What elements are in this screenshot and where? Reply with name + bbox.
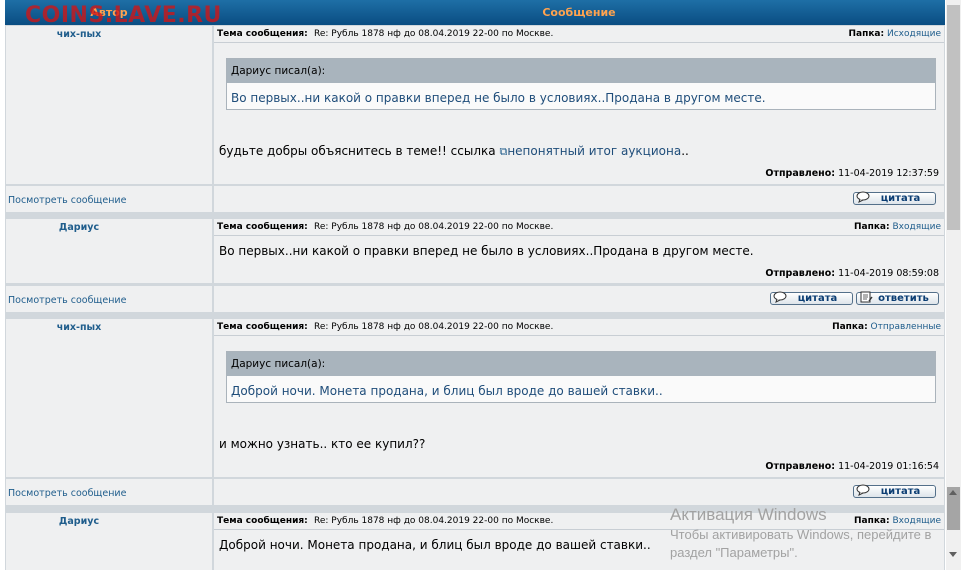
post-author[interactable]: Дариус: [6, 516, 152, 527]
quote-text: Доброй ночи. Монета продана, и блиц был …: [231, 384, 663, 398]
sent-label: Отправлено:: [765, 168, 836, 179]
subject-label: Тема сообщения:: [217, 516, 308, 526]
sent-info: Отправлено: 11-04-2019 01:16:54: [765, 461, 939, 472]
quote-author: Дариус писал(а):: [231, 358, 326, 370]
site-watermark: COINS.LAVE.RU: [25, 3, 222, 28]
post-body: Тема сообщения: Re: Рубль 1878 нф до 08.…: [214, 219, 944, 283]
view-message-cell: Посмотреть сообщение: [6, 479, 212, 505]
activation-line-2: раздел "Параметры".: [670, 545, 798, 560]
quote-button[interactable]: цитата: [770, 291, 853, 305]
message-body: Доброй ночи. Монета продана, и блиц был …: [219, 538, 651, 552]
quote-button[interactable]: цитата: [853, 191, 936, 205]
subject-bar: Тема сообщения: Re: Рубль 1878 нф до 08.…: [214, 219, 944, 236]
message-column-header: Сообщение: [542, 6, 616, 19]
post-actions: цитата: [214, 186, 944, 212]
view-message-link[interactable]: Посмотреть сообщение: [8, 195, 126, 206]
folder-label: Папка:: [832, 322, 868, 332]
sent-date: 11-04-2019 12:37:59: [838, 168, 939, 179]
folder-info: Папка: Входящие: [854, 222, 941, 232]
folder-link[interactable]: Исходящие: [887, 29, 941, 39]
folder-label: Папка:: [854, 222, 890, 232]
post-author[interactable]: Дариус: [6, 222, 152, 233]
post-actions: цитата ответить: [214, 286, 944, 312]
activation-title: Активация Windows: [670, 505, 827, 524]
post-author-cell: чих-пых: [6, 26, 212, 184]
post-2-footer: Посмотреть сообщение цитата ответить: [5, 286, 945, 312]
quote-author: Дариус писал(а):: [231, 65, 326, 77]
post-author-cell: Дариус: [6, 219, 212, 283]
post-1-footer: Посмотреть сообщение цитата: [5, 186, 945, 212]
windows-activation-watermark: Активация Windows Чтобы активировать Win…: [670, 505, 931, 561]
post-author[interactable]: чих-пых: [6, 322, 152, 333]
quote-button-label: цитата: [797, 293, 838, 304]
quote-header: Дариус писал(а):: [227, 352, 935, 376]
message-body: Во первых..ни какой о правки вперед не б…: [219, 244, 754, 258]
post-3: чих-пых Тема сообщения: Re: Рубль 1878 н…: [5, 319, 945, 477]
sent-info: Отправлено: 11-04-2019 08:59:08: [765, 268, 939, 279]
activation-line-1: Чтобы активировать Windows, перейдите в: [670, 527, 932, 542]
quote-body: Во первых..ни какой о правки вперед не б…: [227, 83, 935, 109]
post-2: Дариус Тема сообщения: Re: Рубль 1878 нф…: [5, 219, 945, 283]
quote-button[interactable]: цитата: [853, 484, 936, 498]
message-body: будьте добры объяснитесь в теме!! ссылка: [219, 144, 496, 158]
subject-text: Re: Рубль 1878 нф до 08.04.2019 22-00 по…: [314, 222, 554, 232]
folder-info: Папка: Исходящие: [849, 29, 942, 39]
quote-body: Доброй ночи. Монета продана, и блиц был …: [227, 376, 935, 402]
message-text: и можно узнать.. кто ее купил??: [219, 437, 425, 451]
sent-date: 11-04-2019 08:59:08: [838, 268, 939, 279]
reply-button[interactable]: ответить: [856, 291, 939, 305]
post-author[interactable]: чих-пых: [6, 29, 152, 40]
view-message-cell: Посмотреть сообщение: [6, 186, 212, 212]
subject-text: Re: Рубль 1878 нф до 08.04.2019 22-00 по…: [314, 322, 554, 332]
subject-text: Re: Рубль 1878 нф до 08.04.2019 22-00 по…: [314, 516, 554, 526]
scroll-down-icon[interactable]: [949, 552, 957, 557]
post-1: чих-пых Тема сообщения: Re: Рубль 1878 н…: [5, 26, 945, 184]
folder-info: Папка: Отправленные: [832, 322, 941, 332]
view-message-link[interactable]: Посмотреть сообщение: [8, 488, 126, 499]
reply-button-label: ответить: [878, 293, 929, 304]
link-suffix: ..: [681, 144, 689, 158]
folder-link[interactable]: Отправленные: [871, 322, 941, 332]
scroll-up-icon[interactable]: [949, 490, 957, 495]
message-text: будьте добры объяснитесь в теме!! ссылка…: [219, 144, 689, 159]
post-body: Тема сообщения: Re: Рубль 1878 нф до 08.…: [214, 319, 944, 477]
quote-text: Во первых..ни какой о правки вперед не б…: [231, 91, 766, 105]
vertical-scrollbar[interactable]: [946, 0, 961, 570]
message-text: Во первых..ни какой о правки вперед не б…: [219, 244, 754, 258]
sent-label: Отправлено:: [765, 461, 836, 472]
message-text: Доброй ночи. Монета продана, и блиц был …: [219, 538, 651, 552]
sent-info: Отправлено: 11-04-2019 12:37:59: [765, 168, 939, 179]
post-actions: цитата: [214, 479, 944, 505]
scrollbar-thumb[interactable]: [947, 5, 960, 230]
message-body: и можно узнать.. кто ее купил??: [219, 437, 426, 451]
folder-label: Папка:: [848, 29, 885, 39]
folder-link[interactable]: Входящие: [892, 222, 941, 232]
quote-button-label: цитата: [880, 193, 921, 204]
subject-bar: Тема сообщения: Re: Рубль 1878 нф до 08.…: [214, 319, 944, 336]
sent-label: Отправлено:: [765, 268, 836, 279]
quote-block: Дариус писал(а): Доброй ночи. Монета про…: [226, 351, 936, 403]
view-message-link[interactable]: Посмотреть сообщение: [8, 295, 126, 306]
post-body: Тема сообщения: Re: Рубль 1878 нф до 08.…: [214, 26, 944, 184]
post-author-cell: Дариус: [6, 513, 212, 570]
auction-link[interactable]: непонятный итог аукциона: [507, 144, 681, 158]
subject-label: Тема сообщения:: [217, 29, 308, 39]
subject-bar: Тема сообщения: Re: Рубль 1878 нф до 08.…: [214, 26, 944, 43]
quote-button-label: цитата: [880, 486, 921, 497]
subject-label: Тема сообщения:: [217, 322, 308, 332]
post-3-footer: Посмотреть сообщение цитата: [5, 479, 945, 505]
quote-block: Дариус писал(а): Во первых..ни какой о п…: [226, 58, 936, 110]
subject-text: Re: Рубль 1878 нф до 08.04.2019 22-00 по…: [314, 29, 554, 39]
view-message-cell: Посмотреть сообщение: [6, 286, 212, 312]
post-author-cell: чих-пых: [6, 319, 212, 477]
quote-header: Дариус писал(а):: [227, 59, 935, 83]
sent-date: 11-04-2019 01:16:54: [838, 461, 939, 472]
subject-label: Тема сообщения:: [217, 222, 308, 232]
